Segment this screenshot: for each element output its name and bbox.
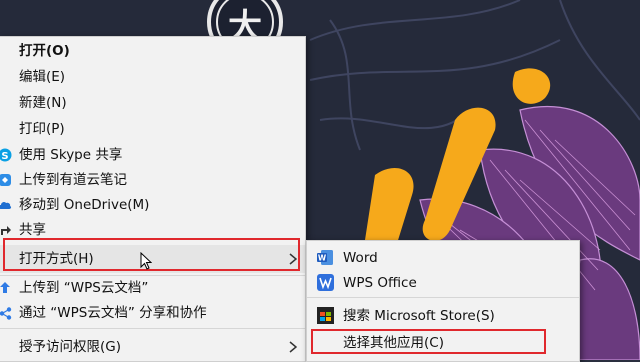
svg-text:S: S — [1, 151, 8, 162]
menu-item-new[interactable]: 新建(N) — [0, 91, 305, 116]
youdao-note-icon — [0, 172, 12, 188]
menu-item-edit[interactable]: 编辑(E) — [0, 65, 305, 90]
menu-item-skype-share[interactable]: S 使用 Skype 共享 — [0, 143, 305, 168]
svg-text:W: W — [318, 254, 327, 263]
microsoft-store-icon — [317, 307, 334, 324]
menu-item-label: 上传到 “WPS云文档” — [19, 280, 149, 296]
submenu-item-label: Word — [343, 250, 378, 266]
submenu-item-label: 搜索 Microsoft Store(S) — [343, 308, 495, 324]
menu-item-label: 授予访问权限(G) — [19, 339, 121, 355]
share-icon — [0, 222, 12, 238]
chevron-right-icon — [289, 253, 297, 265]
menu-item-label: 使用 Skype 共享 — [19, 147, 123, 163]
menu-item-label: 移动到 OneDrive(M) — [19, 197, 150, 213]
menu-item-move-to-onedrive[interactable]: 移动到 OneDrive(M) — [0, 193, 305, 218]
skype-icon: S — [0, 147, 12, 163]
menu-item-youdao-note[interactable]: 上传到有道云笔记 — [0, 168, 305, 193]
menu-item-open[interactable]: 打开(O) — [0, 39, 305, 64]
menu-item-label: 打开(O) — [19, 43, 70, 59]
menu-separator — [307, 297, 579, 298]
menu-item-open-with[interactable]: 打开方式(H) — [0, 245, 305, 273]
word-icon: W — [317, 249, 334, 266]
wps-cloud-upload-icon — [0, 280, 12, 296]
menu-item-label: 上传到有道云笔记 — [19, 172, 127, 188]
submenu-item-label: WPS Office — [343, 275, 417, 291]
menu-item-grant-access[interactable]: 授予访问权限(G) — [0, 335, 305, 360]
menu-item-wps-cloud-share[interactable]: 通过 “WPS云文档” 分享和协作 — [0, 301, 305, 326]
submenu-item-wps-office[interactable]: WPS Office — [307, 270, 579, 295]
submenu-item-choose-another-app[interactable]: 选择其他应用(C) — [307, 330, 579, 355]
menu-item-label: 打开方式(H) — [19, 251, 94, 267]
submenu-item-word[interactable]: W Word — [307, 245, 579, 270]
menu-item-label: 通过 “WPS云文档” 分享和协作 — [19, 305, 207, 321]
context-menu: 打开(O) 编辑(E) 新建(N) 打印(P) S 使用 Skype 共享 上传… — [0, 36, 306, 362]
menu-item-share[interactable]: 共享 — [0, 218, 305, 243]
menu-item-label: 共享 — [19, 222, 46, 238]
menu-item-label: 新建(N) — [19, 95, 67, 111]
submenu-item-search-microsoft-store[interactable]: 搜索 Microsoft Store(S) — [307, 303, 579, 328]
chevron-right-icon — [289, 341, 297, 353]
menu-item-print[interactable]: 打印(P) — [0, 117, 305, 142]
wps-office-icon — [317, 274, 334, 291]
menu-item-upload-wps-cloud[interactable]: 上传到 “WPS云文档” — [0, 276, 305, 301]
mouse-cursor-icon — [140, 252, 152, 270]
menu-item-label: 编辑(E) — [19, 69, 66, 85]
menu-item-label: 打印(P) — [19, 121, 65, 137]
open-with-submenu: W Word WPS Office 搜索 Microsoft Store(S) … — [306, 240, 580, 362]
wps-cloud-share-icon — [0, 305, 12, 321]
submenu-item-label: 选择其他应用(C) — [343, 335, 444, 351]
menu-separator — [0, 328, 305, 329]
onedrive-cloud-icon — [0, 197, 12, 213]
